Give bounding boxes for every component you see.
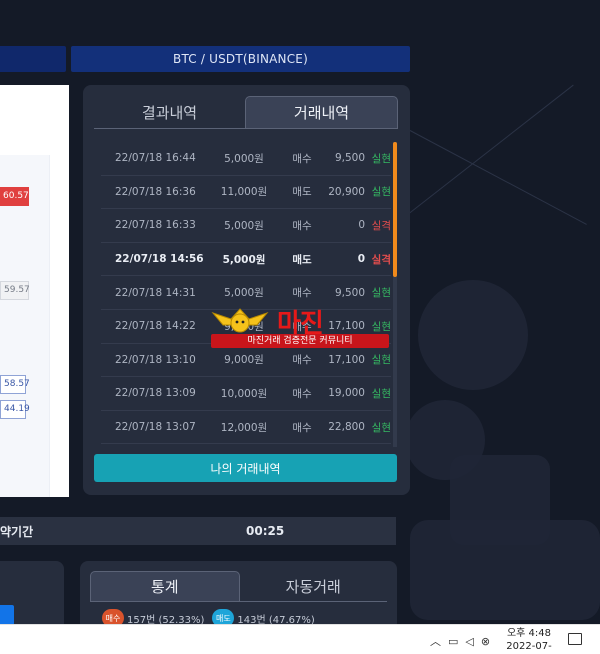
trade-date: 22/07/18 16:33: [115, 219, 196, 232]
trade-result: 실격: [371, 253, 391, 266]
price-tag-blue: 58.57: [0, 375, 30, 394]
trade-result: 실격: [371, 219, 391, 232]
order-button[interactable]: [0, 605, 14, 625]
trade-result: 실현: [371, 287, 391, 300]
taskbar-time: 오후 4:48: [506, 628, 552, 639]
table-row[interactable]: 22/07/18 16:33 5,000원 매수 0 실격: [101, 209, 391, 243]
trade-amount: 5,000원: [222, 253, 266, 266]
trade-amount: 12,000원: [220, 421, 268, 434]
trade-result: 실현: [371, 354, 391, 367]
table-row[interactable]: 22/07/18 14:56 5,000원 매도 0 실격: [101, 243, 391, 277]
taskbar-clock[interactable]: 오후 4:48 2022-07-18: [500, 627, 558, 654]
market-title-bar: BTC / USDT(BINANCE): [71, 46, 410, 72]
history-tabs: 결과내역 거래내역: [94, 96, 398, 129]
trade-type: 매수: [292, 387, 312, 400]
trade-type: 매수: [292, 287, 312, 300]
tab-auto-trade[interactable]: 자동거래: [240, 571, 388, 601]
trade-type: 매수: [292, 219, 312, 232]
trade-quantity: 20,900: [328, 185, 365, 198]
market-title: BTC / USDT(BINANCE): [173, 52, 308, 66]
trade-amount: 9,000원: [224, 354, 264, 367]
chevron-up-icon[interactable]: ︿: [430, 633, 441, 649]
trade-date: 22/07/18 14:22: [115, 320, 196, 333]
trade-result: 실현: [371, 387, 391, 400]
tab-results[interactable]: 결과내역: [94, 96, 245, 128]
trade-quantity: 9,500: [334, 152, 365, 165]
tab-trades[interactable]: 거래내역: [245, 96, 398, 128]
trade-date: 22/07/18 14:56: [115, 253, 204, 266]
price-chart[interactable]: 60.57 59.57 58.57 44.19: [0, 85, 69, 497]
price-tag-current: 60.57: [0, 187, 29, 206]
trade-type: 매수: [292, 421, 312, 434]
price-tag-blue: 44.19: [0, 400, 30, 419]
table-row[interactable]: 22/07/18 16:36 11,000원 매도 20,900 실현: [101, 176, 391, 210]
stats-tabs: 통계 자동거래: [90, 571, 387, 602]
trade-history-panel: 결과내역 거래내역 22/07/18 16:44 5,000원 매수 9,500 실현 2…: [83, 85, 410, 495]
coin-bitcoin-decoration: [418, 280, 528, 390]
countdown-bar: 약기간 00:25: [0, 517, 396, 545]
watermark-subtitle: 마진거래 검증전문 커뮤니티: [211, 334, 389, 348]
trade-amount: 5,000원: [224, 152, 264, 165]
table-row[interactable]: 22/07/18 16:44 5,000원 매수 9,500 실현: [101, 142, 391, 176]
countdown-label: 약기간: [0, 524, 34, 539]
trade-list[interactable]: 22/07/18 16:44 5,000원 매수 9,500 실현 22/07/18 16…: [101, 142, 391, 447]
pedestal-decoration: [410, 520, 600, 620]
network-icon[interactable]: ▭: [448, 635, 458, 648]
trade-date: 22/07/18 13:07: [115, 421, 196, 434]
trade-quantity: 9,500: [334, 286, 365, 299]
tab-stats[interactable]: 통계: [90, 571, 240, 601]
trade-quantity: 19,000: [328, 387, 365, 400]
volume-icon[interactable]: ◁: [465, 635, 473, 648]
market-tab-left[interactable]: [0, 46, 66, 72]
trade-quantity: 0: [357, 253, 365, 266]
watermark: 마진 마진거래 검증전문 커뮤니티: [211, 307, 389, 349]
trade-type: 매도: [292, 253, 312, 266]
trade-date: 22/07/18 16:44: [115, 152, 196, 165]
table-row[interactable]: 22/07/18 14:31 5,000원 매수 9,500 실현: [101, 276, 391, 310]
trade-amount: 5,000원: [224, 219, 264, 232]
trade-type: 매수: [292, 152, 312, 165]
trade-date: 22/07/18 16:36: [115, 185, 196, 198]
my-trades-button[interactable]: 나의 거래내역: [94, 454, 397, 482]
order-panel: [0, 561, 64, 631]
trade-quantity: 0: [358, 219, 365, 232]
trade-list-scrollbar[interactable]: [393, 142, 397, 447]
trade-date: 22/07/18 14:31: [115, 286, 196, 299]
scrollbar-thumb[interactable]: [393, 142, 397, 277]
trade-amount: 11,000원: [220, 186, 268, 199]
windows-taskbar: ︿ ▭ ◁ ⊗ 오후 4:48 2022-07-18: [0, 624, 600, 654]
trade-amount: 10,000원: [220, 387, 268, 400]
table-row[interactable]: 22/07/18 13:07 12,000원 매수 22,800 실현: [101, 411, 391, 445]
trade-result: 실현: [371, 186, 391, 199]
system-tray: ︿ ▭ ◁ ⊗: [430, 633, 490, 649]
mascot-logo-icon: [211, 308, 269, 333]
countdown-time: 00:25: [246, 524, 285, 538]
trade-type: 매수: [292, 354, 312, 367]
taskbar-date: 2022-07-18: [506, 641, 552, 652]
close-circle-icon[interactable]: ⊗: [481, 635, 490, 648]
trade-type: 매도: [292, 186, 312, 199]
trade-date: 22/07/18 13:10: [115, 353, 196, 366]
notification-icon[interactable]: [568, 633, 582, 645]
stats-panel: 통계 자동거래 매수 157번 (52.33%) 매도 143번 (47.67%…: [80, 561, 397, 631]
table-row[interactable]: 22/07/18 13:09 10,000원 매수 19,000 실현: [101, 377, 391, 411]
bg-line: [399, 84, 574, 221]
trade-result: 실현: [371, 421, 391, 434]
trade-quantity: 22,800: [328, 421, 365, 434]
trade-result: 실현: [371, 152, 391, 165]
trade-quantity: 17,100: [328, 353, 365, 366]
trade-amount: 5,000원: [224, 287, 264, 300]
chart-plot: [0, 155, 50, 497]
price-tag-gray: 59.57: [0, 281, 30, 300]
trade-date: 22/07/18 13:09: [115, 387, 196, 400]
